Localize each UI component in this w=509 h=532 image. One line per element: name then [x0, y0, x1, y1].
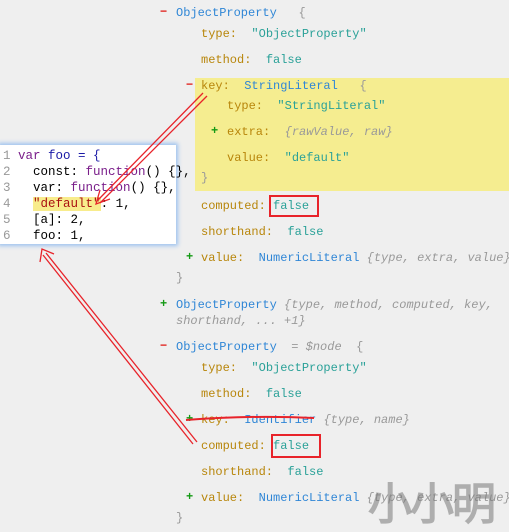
arrow-head	[95, 189, 111, 206]
arrow-line	[99, 95, 208, 204]
underline	[185, 415, 315, 421]
arrow-line	[97, 92, 204, 201]
arrow-line	[45, 252, 198, 443]
arrow-line	[42, 254, 194, 445]
annotation-arrows	[39, 92, 315, 445]
